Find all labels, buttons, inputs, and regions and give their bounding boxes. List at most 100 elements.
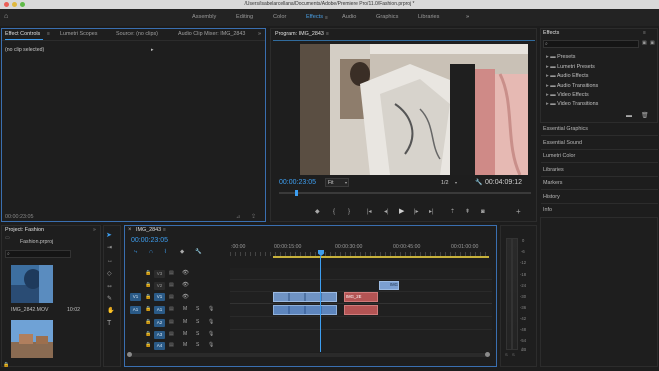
snap-magnet-icon[interactable]: ∩ <box>149 249 153 255</box>
clip-thumbnail-2[interactable] <box>11 320 53 358</box>
workspace-more-button[interactable]: » <box>466 9 469 26</box>
type-tool-icon[interactable]: T <box>107 320 111 327</box>
clip-a1-main[interactable] <box>273 305 337 315</box>
go-to-out-icon[interactable]: ▸| <box>429 209 434 215</box>
section-markers[interactable]: Markers <box>541 176 658 190</box>
workspace-libraries[interactable]: Libraries <box>418 9 439 26</box>
step-back-icon[interactable]: ◂| <box>384 209 389 215</box>
new-bin-icon[interactable]: ▬ <box>626 113 632 119</box>
wrench-icon[interactable]: 🔧 <box>475 179 482 186</box>
clip-v2[interactable]: IMG <box>379 281 399 290</box>
sync-lock-icon[interactable]: ▤ <box>169 294 174 300</box>
timeline-sequence-tab[interactable]: IMG_2843 <box>136 226 161 235</box>
selection-tool-icon[interactable]: ➤ <box>106 231 112 239</box>
resolution-select[interactable]: 1/2 <box>441 180 449 186</box>
clip-v1-main[interactable] <box>273 292 337 302</box>
razor-tool-icon[interactable]: ◇ <box>107 271 112 277</box>
workspace-effects[interactable]: Effects <box>306 9 323 26</box>
solo-meter-right[interactable]: S <box>512 352 515 357</box>
mute-button[interactable]: M <box>183 319 187 325</box>
workspace-graphics[interactable]: Graphics <box>376 9 398 26</box>
timeline-playhead-line[interactable] <box>320 256 321 352</box>
lock-icon[interactable]: 🔒 <box>145 319 151 325</box>
mute-button[interactable]: M <box>183 306 187 312</box>
effects-item-audio-transitions[interactable]: ▸ ▬ Audio Transitions <box>546 83 598 89</box>
sync-lock-icon[interactable]: ▤ <box>169 319 174 325</box>
minimize-window-button[interactable] <box>12 2 17 7</box>
mark-in-icon[interactable]: { <box>333 209 335 215</box>
sync-lock-icon[interactable]: ▤ <box>169 270 174 276</box>
delete-icon[interactable]: 🗑 <box>641 112 649 119</box>
sync-lock-icon[interactable]: ▤ <box>169 342 174 348</box>
scrollbar-handle-left[interactable] <box>127 352 132 357</box>
step-forward-icon[interactable]: |▸ <box>414 209 419 215</box>
effects-menu-icon[interactable]: ≡ <box>643 30 646 36</box>
section-lumetri-color[interactable]: Lumetri Color <box>541 149 658 163</box>
microphone-icon[interactable]: 🎙 <box>208 319 214 325</box>
program-scrub-bar[interactable] <box>279 192 531 194</box>
source-patch-v1[interactable]: V1 <box>130 293 141 301</box>
timeline-menu-icon[interactable]: ≡ <box>163 227 166 233</box>
source-patch-a1[interactable]: A1 <box>130 306 141 314</box>
track-target-a4[interactable]: A4 <box>154 342 165 350</box>
track-target-v3[interactable]: V3 <box>154 270 165 278</box>
microphone-icon[interactable]: 🎙 <box>208 331 214 337</box>
close-icon[interactable]: × <box>128 227 132 233</box>
effects-item-audio-effects[interactable]: ▸ ▬ Audio Effects <box>546 73 588 79</box>
lock-icon[interactable]: 🔒 <box>145 270 151 276</box>
linked-selection-icon[interactable]: ⌇ <box>164 249 167 255</box>
timeline-timecode[interactable]: 00:00:23:05 <box>131 237 168 244</box>
microphone-icon[interactable]: 🎙 <box>208 306 214 312</box>
track-target-a2[interactable]: A2 <box>154 319 165 327</box>
pen-tool-icon[interactable]: ✎ <box>107 296 112 302</box>
slip-tool-icon[interactable]: ⇿ <box>107 284 112 290</box>
tab-lumetri-scopes[interactable]: Lumetri Scopes <box>60 30 97 39</box>
mark-out-icon[interactable]: } <box>348 209 350 215</box>
eye-icon[interactable]: 👁 <box>182 294 189 300</box>
program-playhead[interactable] <box>295 190 298 196</box>
program-timecode[interactable]: 00:00:23:05 <box>279 179 316 186</box>
export-icon[interactable]: ⇪ <box>251 213 256 220</box>
lock-icon[interactable]: 🔒 <box>3 362 9 368</box>
nest-icon[interactable]: ⤷ <box>134 249 137 256</box>
sync-lock-icon[interactable]: ▤ <box>169 331 174 337</box>
workspace-audio[interactable]: Audio <box>342 9 356 26</box>
mute-button[interactable]: M <box>183 342 187 348</box>
tab-audio-clip-mixer[interactable]: Audio Clip Mixer: IMG_2843 <box>178 30 245 39</box>
section-info[interactable]: Info <box>541 203 658 217</box>
go-to-in-icon[interactable]: |◂ <box>367 209 372 215</box>
track-target-a3[interactable]: A3 <box>154 331 165 339</box>
chevron-down-icon[interactable]: ▾ <box>455 180 457 185</box>
mute-button[interactable]: M <box>183 331 187 337</box>
add-button-icon[interactable]: + <box>516 208 521 216</box>
lift-icon[interactable]: ⇡ <box>450 209 455 215</box>
lock-icon[interactable]: 🔒 <box>145 294 151 300</box>
eye-icon[interactable]: 👁 <box>182 282 189 288</box>
program-monitor-title[interactable]: Program: IMG_2843 <box>275 30 324 39</box>
section-libraries[interactable]: Libraries <box>541 163 658 177</box>
workspace-menu-icon[interactable]: ≡ <box>325 15 328 21</box>
effects-item-video-transitions[interactable]: ▸ ▬ Video Transitions <box>546 101 598 107</box>
solo-meter-left[interactable]: S <box>505 352 508 357</box>
eye-icon[interactable]: 👁 <box>182 270 189 276</box>
clip-a1-red[interactable] <box>344 305 378 315</box>
track-lane-a4[interactable] <box>230 341 492 352</box>
section-history[interactable]: History <box>541 190 658 204</box>
lock-icon[interactable]: 🔒 <box>145 282 151 288</box>
effects-search-input[interactable]: ⌕ <box>543 40 639 48</box>
32bit-effects-icon[interactable]: ▣ <box>650 40 655 46</box>
zoom-window-button[interactable] <box>20 2 25 7</box>
play-icon[interactable]: ▶ <box>399 208 404 215</box>
program-menu-icon[interactable]: ≡ <box>326 31 329 37</box>
lock-icon[interactable]: 🔒 <box>145 331 151 337</box>
hand-tool-icon[interactable]: ✋ <box>107 308 114 314</box>
lock-icon[interactable]: 🔒 <box>145 342 151 348</box>
fit-select[interactable]: Fit ▾ <box>325 178 349 187</box>
wrench-icon[interactable]: 🔧 <box>195 249 202 255</box>
track-lane-v3[interactable] <box>230 268 492 280</box>
camera-icon[interactable]: ◙ <box>481 209 485 215</box>
project-search-input[interactable]: ⌕ <box>5 250 71 258</box>
clip-v1-red[interactable]: IMG_2E <box>344 292 378 302</box>
panel-menu-icon[interactable]: ≡ <box>47 31 50 37</box>
scrollbar-handle-right[interactable] <box>485 352 490 357</box>
